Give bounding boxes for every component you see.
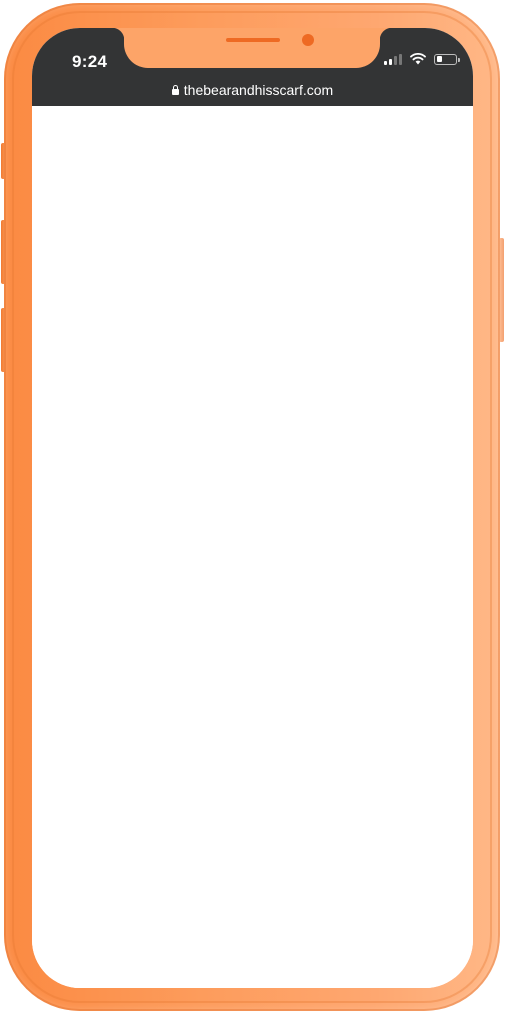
notch: [112, 28, 392, 68]
status-icons: [384, 53, 460, 65]
speaker-grille: [226, 38, 280, 42]
device-mockup: 9:24 thebearandhisscarf.com: [0, 0, 505, 1016]
battery-icon: [434, 53, 460, 65]
phone-frame: 9:24 thebearandhisscarf.com: [4, 3, 500, 1011]
browser-top-bar: 9:24 thebearandhisscarf.com: [32, 28, 473, 106]
web-page-content: [32, 106, 473, 988]
address-bar[interactable]: thebearandhisscarf.com: [32, 82, 473, 98]
front-camera: [302, 34, 314, 46]
battery-tip: [458, 57, 460, 62]
phone-screen: 9:24 thebearandhisscarf.com: [32, 28, 473, 988]
status-time: 9:24: [72, 52, 108, 71]
lock-icon: [171, 85, 179, 95]
wifi-icon: [410, 53, 426, 65]
signal-bar: [399, 53, 402, 65]
signal-bar: [394, 56, 397, 65]
signal-bar: [389, 58, 392, 65]
battery-level-fill: [436, 56, 443, 62]
signal-bar: [384, 61, 387, 65]
url-text[interactable]: thebearandhisscarf.com: [184, 82, 333, 98]
signal-icon: [384, 53, 402, 65]
